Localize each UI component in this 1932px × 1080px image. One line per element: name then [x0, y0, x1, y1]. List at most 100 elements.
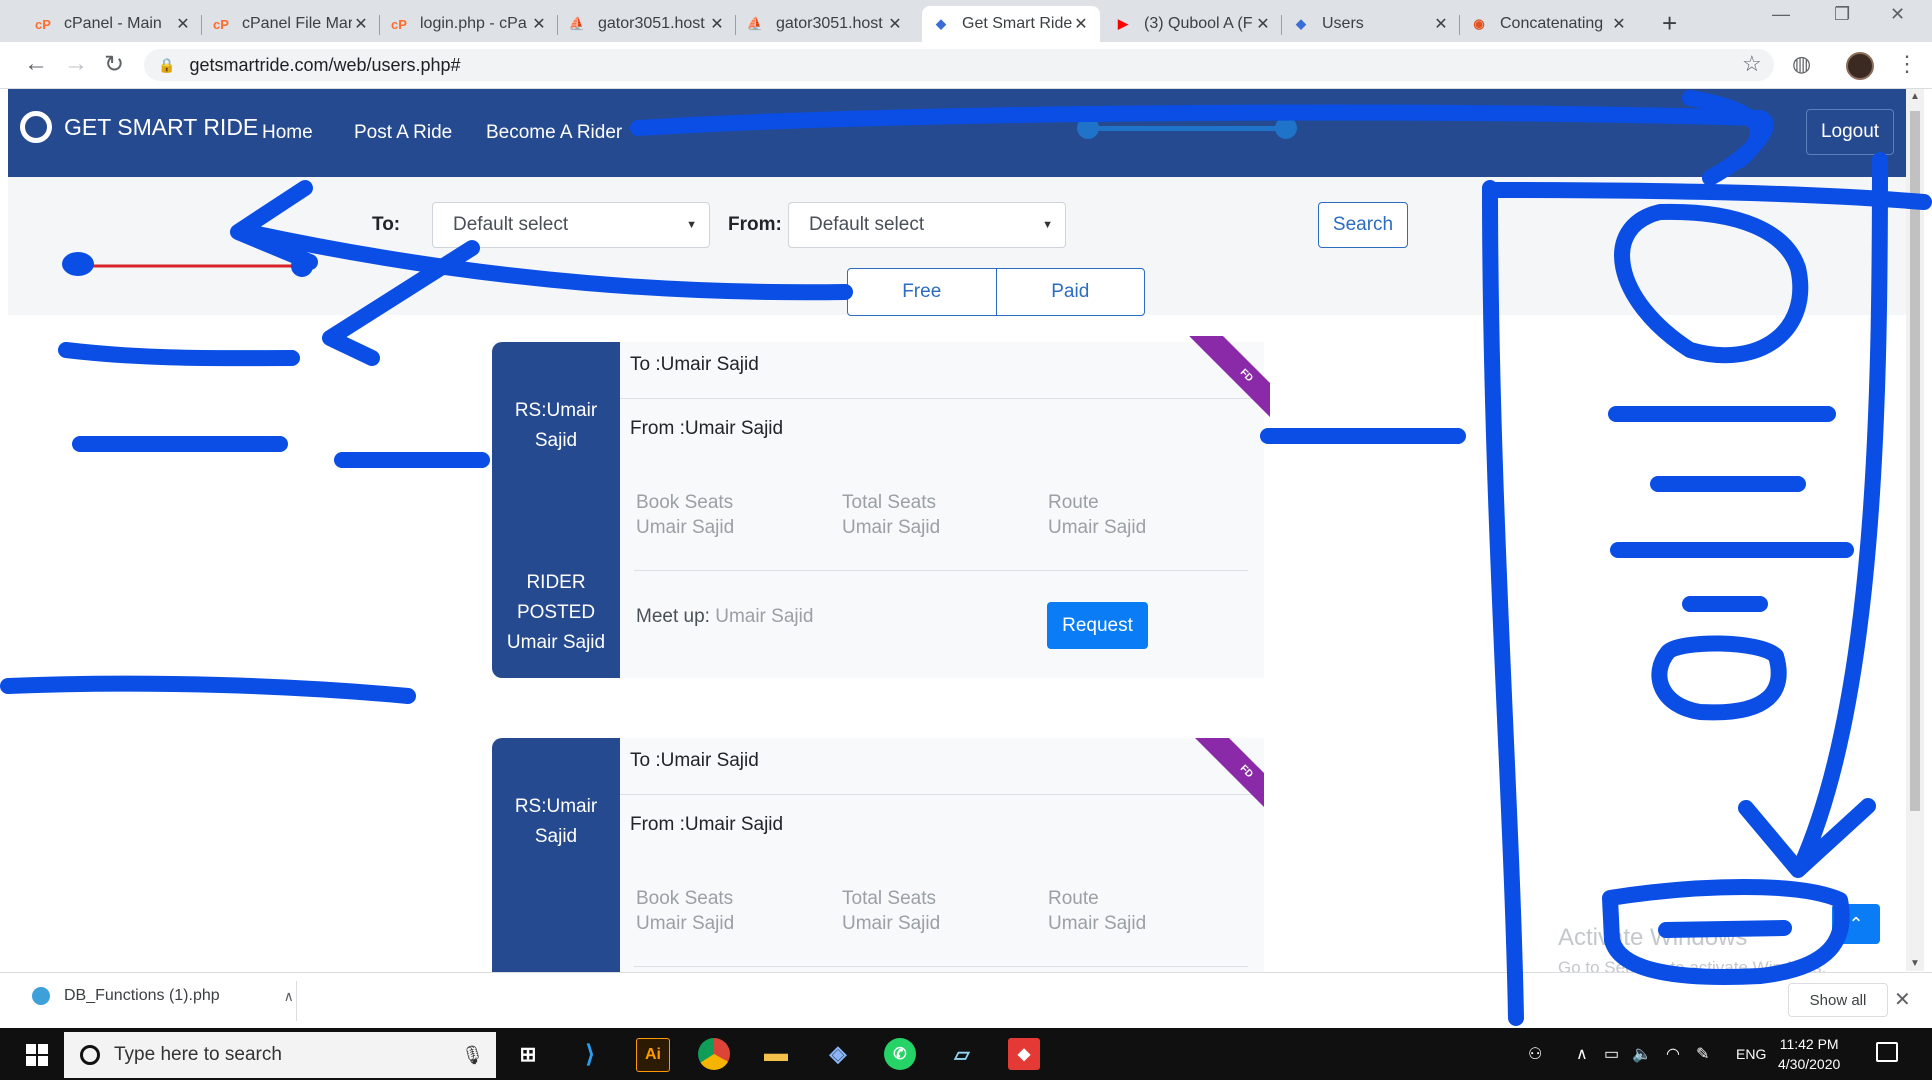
close-icon[interactable]: ✕	[1894, 987, 1911, 1012]
browser-tab[interactable]: cP cPanel - Main ✕	[24, 6, 202, 42]
search-button[interactable]: Search	[1318, 202, 1408, 248]
menu-kebab-icon[interactable]: ⋮	[1896, 51, 1918, 77]
chevron-down-icon: ▼	[1042, 219, 1053, 231]
wifi-icon[interactable]: ◠	[1666, 1044, 1680, 1064]
route: Route Umair Sajid	[1048, 886, 1146, 936]
browser-tab[interactable]: ◉ Concatenating ✕	[1460, 6, 1638, 42]
browser-tab[interactable]: ▶ (3) Qubool A (F ✕	[1104, 6, 1282, 42]
address-bar[interactable]: 🔒 getsmartride.com/web/users.php#	[144, 49, 1774, 81]
close-tab-icon[interactable]: ✕	[352, 14, 370, 34]
notification-center-icon[interactable]	[1876, 1042, 1898, 1062]
file-explorer-icon[interactable]: ▬	[760, 1038, 792, 1070]
to-select-value: Default select	[453, 214, 569, 235]
maximize-button[interactable]: ❐	[1834, 4, 1850, 25]
range-slider[interactable]	[1077, 115, 1297, 141]
close-tab-icon[interactable]: ✕	[886, 14, 904, 34]
total-seats-label: Total Seats	[842, 888, 936, 909]
browser-tab[interactable]: ◆ Users ✕	[1282, 6, 1460, 42]
route-label: Route	[1048, 888, 1099, 909]
windows-start-icon[interactable]	[26, 1044, 48, 1066]
scrollbar-thumb[interactable]	[1910, 111, 1920, 811]
browser-tab[interactable]: cP login.php - cPa ✕	[380, 6, 558, 42]
site-icon: ◆	[936, 16, 946, 31]
scroll-up-icon[interactable]: ▲	[1910, 91, 1920, 102]
total-seats-label: Total Seats	[842, 492, 936, 513]
windows-taskbar: Type here to search 🎙 ⊞ ⟩ Ai ▬ ◈ ✆ ▱ ◆ ⚇…	[0, 1028, 1932, 1080]
page-scrollbar[interactable]: ▲ ▼	[1906, 89, 1924, 971]
reload-icon[interactable]: ↻	[104, 50, 124, 79]
show-all-button[interactable]: Show all	[1788, 983, 1888, 1017]
close-tab-icon[interactable]: ✕	[1072, 14, 1090, 34]
slider-handle-min[interactable]	[1077, 117, 1099, 139]
to-select[interactable]: Default select ▼	[432, 202, 710, 248]
download-filename: DB_Functions (1).php	[64, 987, 220, 1004]
brand-logo[interactable]: GET SMART RIDE	[20, 111, 258, 143]
whatsapp-icon[interactable]: ✆	[884, 1038, 916, 1070]
divider	[620, 794, 1264, 795]
back-icon[interactable]: ←	[24, 50, 48, 78]
close-tab-icon[interactable]: ✕	[1254, 14, 1272, 34]
nav-become-a-rider[interactable]: Become A Rider	[486, 122, 622, 144]
bookmark-star-icon[interactable]: ☆	[1742, 51, 1762, 77]
illustrator-icon[interactable]: Ai	[636, 1038, 670, 1072]
book-seats-value: Umair Sajid	[636, 517, 735, 538]
virtualbox-icon[interactable]: ◈	[822, 1038, 854, 1070]
close-tab-icon[interactable]: ✕	[530, 14, 548, 34]
notepad-icon[interactable]: ▱	[946, 1038, 978, 1070]
browser-tab[interactable]: ⛵ gator3051.host ✕	[736, 6, 914, 42]
chrome-icon[interactable]	[698, 1038, 730, 1070]
nav-post-a-ride[interactable]: Post A Ride	[354, 122, 452, 144]
download-item[interactable]: DB_Functions (1).php ∧	[32, 987, 294, 1005]
git-icon[interactable]: ◆	[1008, 1038, 1040, 1070]
meet-up-label: Meet up:	[636, 606, 710, 627]
microphone-icon[interactable]: 🎙	[461, 1045, 484, 1066]
close-tab-icon[interactable]: ✕	[174, 14, 192, 34]
rider-posted: RIDER POSTED Umair Sajid	[492, 568, 620, 658]
pen-icon[interactable]: ✎	[1696, 1044, 1709, 1064]
paid-toggle-button[interactable]: Paid	[995, 269, 1145, 315]
browser-toolbar: ← → ↻ 🔒 getsmartride.com/web/users.php# …	[0, 42, 1932, 89]
nav-home[interactable]: Home	[262, 122, 313, 144]
minimize-button[interactable]: —	[1772, 4, 1790, 25]
free-toggle-button[interactable]: Free	[848, 269, 996, 315]
profile-avatar[interactable]	[1846, 52, 1874, 80]
from-select[interactable]: Default select ▼	[788, 202, 1066, 248]
language-indicator[interactable]: ENG	[1736, 1046, 1766, 1062]
browser-tab[interactable]: cP cPanel File Mar ✕	[202, 6, 380, 42]
task-view-icon[interactable]: ⊞	[512, 1038, 544, 1070]
close-tab-icon[interactable]: ✕	[1432, 14, 1450, 34]
tab-title: cPanel - Main	[64, 15, 162, 32]
ride-card: RS:Umair Sajid RIDER POSTED Umair Sajid …	[492, 336, 1270, 678]
close-tab-icon[interactable]: ✕	[1610, 14, 1628, 34]
tab-title: Users	[1322, 15, 1364, 32]
volume-icon[interactable]: 🔈	[1632, 1044, 1652, 1064]
close-window-button[interactable]: ✕	[1890, 4, 1905, 25]
vscode-icon[interactable]: ⟩	[574, 1038, 606, 1070]
browser-tab[interactable]: ⛵ gator3051.host ✕	[558, 6, 736, 42]
logout-button[interactable]: Logout	[1806, 109, 1894, 155]
taskbar-search[interactable]: Type here to search 🎙	[64, 1032, 496, 1078]
globe-extension-icon[interactable]: ◍	[1792, 51, 1811, 77]
chevron-up-icon[interactable]: ∧	[1576, 1044, 1588, 1064]
price-toggle: Free Paid	[847, 268, 1145, 316]
back-to-top-button[interactable]: ⌃	[1832, 904, 1880, 944]
system-clock[interactable]: 11:42 PM 4/30/2020	[1778, 1034, 1840, 1074]
scroll-down-icon[interactable]: ▼	[1910, 958, 1920, 969]
phpmyadmin-icon: ⛵	[568, 16, 586, 31]
book-seats-value: Umair Sajid	[636, 913, 735, 934]
total-seats: Total Seats Umair Sajid	[842, 886, 940, 936]
tab-title: cPanel File Mar	[242, 15, 352, 32]
tab-title: gator3051.host	[598, 15, 705, 32]
chevron-up-icon[interactable]: ∧	[284, 988, 294, 1005]
close-tab-icon[interactable]: ✕	[708, 14, 726, 34]
slider-track	[1087, 126, 1287, 131]
browser-tab-active[interactable]: ◆ Get Smart Ride ✕	[922, 6, 1100, 42]
new-tab-button[interactable]: +	[1662, 8, 1677, 39]
request-button[interactable]: Request	[1047, 602, 1148, 649]
people-icon[interactable]: ⚇	[1528, 1044, 1542, 1064]
battery-icon[interactable]: ▭	[1604, 1044, 1619, 1064]
rider-sidebar: RS:Umair Sajid	[492, 738, 620, 972]
slider-handle-max[interactable]	[1275, 117, 1297, 139]
forward-icon[interactable]: →	[64, 50, 88, 78]
chevron-down-icon: ▼	[686, 219, 697, 231]
